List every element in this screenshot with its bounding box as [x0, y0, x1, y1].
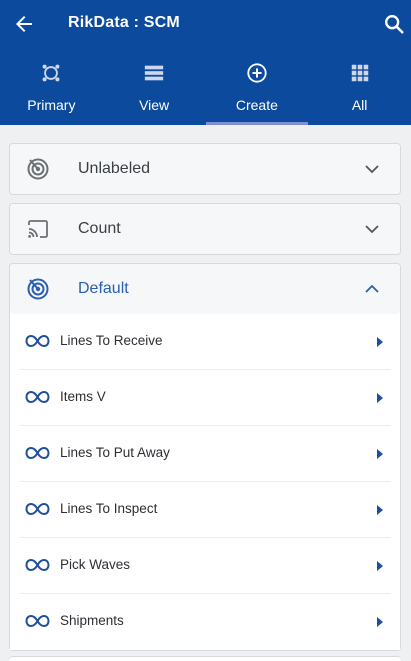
panel-count: Count: [9, 203, 401, 255]
list-item[interactable]: Items V: [19, 370, 391, 426]
tab-primary-label: Primary: [27, 97, 76, 113]
chevron-down-icon: [365, 165, 379, 174]
panel-default-header[interactable]: Default: [10, 264, 400, 314]
panel-count-title: Count: [78, 220, 121, 237]
panel-unlabeled: Unlabeled: [9, 143, 401, 195]
panel-unlabeled-title: Unlabeled: [78, 160, 151, 177]
chevron-up-icon: [365, 284, 379, 293]
tab-primary[interactable]: Primary: [0, 56, 103, 125]
caret-right-icon: [377, 337, 383, 347]
link-icon: [25, 558, 50, 572]
list-item-label: Lines To Inspect: [60, 501, 158, 516]
caret-right-icon: [377, 561, 383, 571]
main-content: Unlabeled Count Default Lines To Receive…: [0, 125, 411, 661]
list-item[interactable]: Shipments: [19, 594, 391, 650]
back-arrow-icon[interactable]: [12, 12, 36, 36]
caret-right-icon: [377, 449, 383, 459]
panel-unlabeled-header[interactable]: Unlabeled: [10, 144, 400, 194]
cast-icon: [28, 220, 48, 238]
list-item-label: Items V: [60, 389, 106, 404]
caret-right-icon: [377, 505, 383, 515]
panel-default: Default Lines To Receive Items V Lines T…: [9, 263, 401, 651]
tab-view-label: View: [139, 97, 170, 113]
default-item-list: Lines To Receive Items V Lines To Put Aw…: [10, 314, 400, 650]
radar-icon: [27, 158, 49, 180]
panel-default-title: Default: [78, 280, 129, 297]
list-item-label: Lines To Receive: [60, 333, 163, 348]
link-icon: [25, 334, 50, 348]
caret-right-icon: [377, 393, 383, 403]
radar-icon: [27, 278, 49, 300]
search-icon[interactable]: [383, 13, 405, 35]
add-circle-icon: [247, 63, 267, 83]
nav-tabs: Primary View Create All: [0, 56, 411, 125]
list-item-label: Shipments: [60, 613, 124, 628]
tab-view[interactable]: View: [103, 56, 206, 125]
link-icon: [25, 502, 50, 516]
chevron-down-icon: [365, 225, 379, 234]
link-icon: [25, 614, 50, 628]
panel-count-header[interactable]: Count: [10, 204, 400, 254]
grid-icon: [351, 64, 368, 82]
app-title: RikData : SCM: [68, 14, 180, 31]
list-item[interactable]: Pick Waves: [19, 538, 391, 594]
caret-right-icon: [377, 617, 383, 627]
list-item[interactable]: Lines To Put Away: [19, 426, 391, 482]
tab-all[interactable]: All: [308, 56, 411, 125]
primary-icon: [42, 64, 60, 82]
app-header: RikData : SCM Primary View Create All: [0, 0, 411, 125]
next-panel-edge: [9, 656, 401, 661]
list-item-label: Lines To Put Away: [60, 445, 170, 460]
tab-create[interactable]: Create: [205, 56, 309, 125]
link-icon: [25, 446, 50, 460]
tab-all-label: All: [351, 97, 368, 113]
list-view-icon: [144, 65, 164, 81]
top-bar: RikData : SCM: [0, 0, 411, 48]
list-item[interactable]: Lines To Inspect: [19, 482, 391, 538]
tab-create-label: Create: [235, 97, 278, 113]
link-icon: [25, 390, 50, 404]
list-item-label: Pick Waves: [60, 557, 131, 572]
list-item[interactable]: Lines To Receive: [19, 314, 391, 370]
